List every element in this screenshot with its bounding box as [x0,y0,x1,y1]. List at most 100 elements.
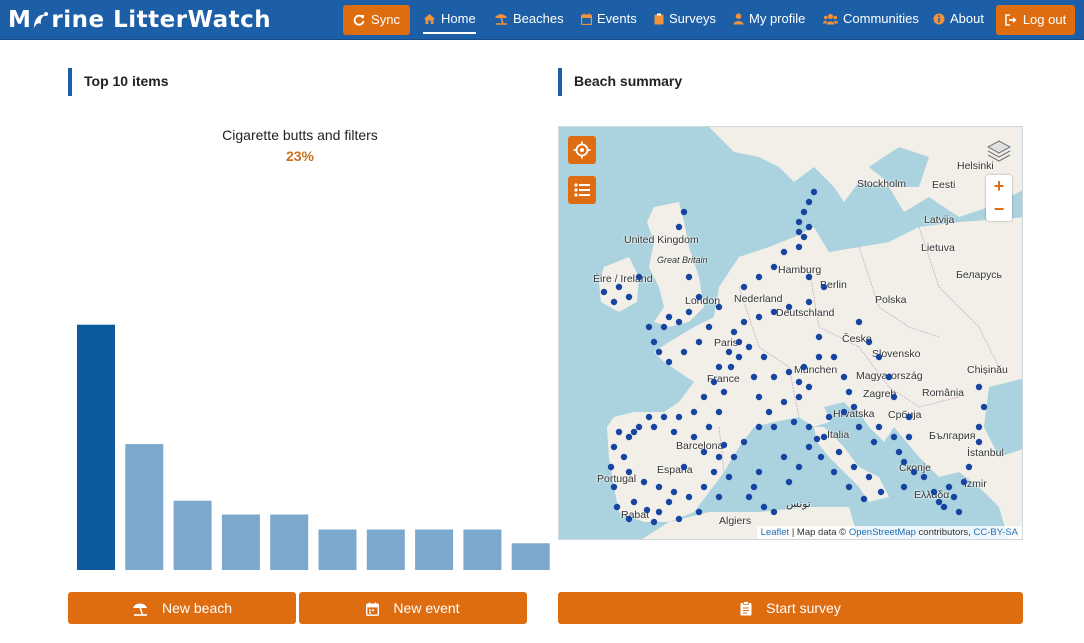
beach-marker[interactable] [670,428,678,436]
beach-marker[interactable] [800,208,808,216]
beach-marker[interactable] [975,438,983,446]
beach-marker[interactable] [760,353,768,361]
beach-marker[interactable] [680,463,688,471]
beach-marker[interactable] [745,493,753,501]
beach-marker[interactable] [705,323,713,331]
beach-marker[interactable] [780,248,788,256]
beach-marker[interactable] [765,408,773,416]
beach-marker[interactable] [770,308,778,316]
beach-marker[interactable] [830,353,838,361]
beach-marker[interactable] [755,393,763,401]
beach-marker[interactable] [727,363,735,371]
beach-marker[interactable] [940,503,948,511]
beach-marker[interactable] [740,438,748,446]
beach-marker[interactable] [790,418,798,426]
beach-marker[interactable] [770,263,778,271]
beach-marker[interactable] [795,243,803,251]
beach-marker[interactable] [720,388,728,396]
beach-marker[interactable] [785,368,793,376]
beach-marker[interactable] [715,303,723,311]
beach-marker[interactable] [690,408,698,416]
beach-marker[interactable] [770,373,778,381]
beach-marker[interactable] [700,483,708,491]
beach-marker[interactable] [855,318,863,326]
beach-marker[interactable] [980,403,988,411]
beach-marker[interactable] [755,273,763,281]
beach-marker[interactable] [820,283,828,291]
beach-marker[interactable] [695,338,703,346]
beach-marker[interactable] [710,378,718,386]
beach-marker[interactable] [855,423,863,431]
app-logo[interactable]: Mrine LitterWatch [8,4,271,36]
bar-10[interactable] [511,543,550,570]
beach-marker[interactable] [875,353,883,361]
beach-marker[interactable] [645,413,653,421]
beach-marker[interactable] [770,508,778,516]
beach-marker[interactable] [615,428,623,436]
beach-marker[interactable] [825,413,833,421]
beach-marker[interactable] [720,441,728,449]
beach-marker[interactable] [850,403,858,411]
beach-marker[interactable] [735,338,743,346]
beach-marker[interactable] [650,338,658,346]
beach-marker[interactable] [640,478,648,486]
beach-marker[interactable] [805,383,813,391]
nav-profile[interactable]: My profile [733,0,805,38]
nav-events[interactable]: Events [580,0,637,38]
bar-4[interactable] [221,514,260,571]
beach-marker[interactable] [610,443,618,451]
logout-button[interactable]: Log out [996,5,1075,35]
locate-button[interactable] [568,136,596,164]
beach-marker[interactable] [900,483,908,491]
beach-marker[interactable] [795,218,803,226]
beach-marker[interactable] [890,393,898,401]
beach-marker[interactable] [705,423,713,431]
bar-3[interactable] [173,500,212,570]
beach-marker[interactable] [805,223,813,231]
osm-link[interactable]: OpenStreetMap [849,527,916,538]
beach-marker[interactable] [665,358,673,366]
top-items-bar-chart[interactable] [68,250,558,572]
beach-marker[interactable] [607,463,615,471]
beach-marker[interactable] [675,223,683,231]
bar-7[interactable] [366,529,405,571]
license-link[interactable]: CC-BY-SA [973,527,1018,538]
beach-marker[interactable] [870,438,878,446]
beach-marker[interactable] [780,453,788,461]
beach-marker[interactable] [625,468,633,476]
beach-marker[interactable] [845,388,853,396]
beach-marker[interactable] [805,443,813,451]
nav-home[interactable]: Home [423,0,476,38]
beach-marker[interactable] [730,453,738,461]
beach-marker[interactable] [805,198,813,206]
beach-marker[interactable] [625,515,633,523]
beach-marker[interactable] [795,463,803,471]
beach-marker[interactable] [910,468,918,476]
beach-marker[interactable] [735,353,743,361]
beach-marker[interactable] [665,498,673,506]
beach-marker[interactable] [710,468,718,476]
beach-marker[interactable] [655,508,663,516]
beach-marker[interactable] [715,363,723,371]
beach-marker[interactable] [813,435,821,443]
beach-marker[interactable] [625,293,633,301]
beach-marker[interactable] [700,448,708,456]
zoom-out-button[interactable]: − [986,198,1012,221]
layers-control[interactable] [986,137,1012,165]
beach-marker[interactable] [815,333,823,341]
beach-marker[interactable] [975,423,983,431]
beach-marker[interactable] [795,378,803,386]
bar-2[interactable] [125,444,164,570]
beach-marker[interactable] [840,373,848,381]
beach-marker[interactable] [675,413,683,421]
beach-marker[interactable] [675,318,683,326]
bar-6[interactable] [318,529,357,571]
beach-marker[interactable] [600,288,608,296]
beach-marker[interactable] [835,448,843,456]
beach-marker[interactable] [715,408,723,416]
beach-marker[interactable] [800,233,808,241]
beach-marker[interactable] [815,353,823,361]
beach-marker[interactable] [630,498,638,506]
beach-marker[interactable] [665,313,673,321]
beach-marker[interactable] [680,208,688,216]
